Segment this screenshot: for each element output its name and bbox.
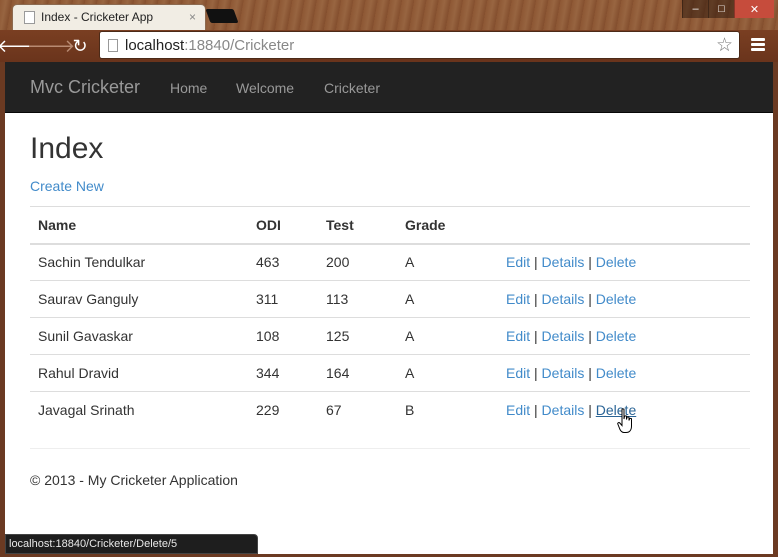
details-link[interactable]: Details <box>542 328 585 344</box>
cell-grade: A <box>397 317 498 355</box>
forward-arrow-icon[interactable]: 🡒 <box>27 34 75 58</box>
browser-chrome: Index - Cricketer App × – □ ✕ 🡐 🡒 ↻ loca… <box>0 0 778 62</box>
cell-grade: A <box>397 354 498 392</box>
footer-text: © 2013 - My Cricketer Application <box>30 472 238 488</box>
url-text[interactable]: localhost:18840/Cricketer <box>125 37 294 54</box>
bookmark-star-icon[interactable]: ☆ <box>716 34 733 57</box>
details-link[interactable]: Details <box>542 365 585 381</box>
separator: | <box>534 291 538 307</box>
details-link[interactable]: Details <box>542 402 585 418</box>
page-title: Index <box>30 132 104 165</box>
nav-link-cricketer[interactable]: Cricketer <box>324 80 380 96</box>
tab-close-icon[interactable]: × <box>189 10 196 24</box>
cell-odi: 229 <box>248 391 318 429</box>
cell-actions: Edit | Details | Delete <box>498 280 750 318</box>
separator: | <box>588 254 592 271</box>
table-row: Saurav Ganguly 311 113 A Edit | Details … <box>30 280 750 318</box>
delete-link[interactable]: Delete <box>596 365 636 381</box>
url-path: :18840/Cricketer <box>184 37 295 54</box>
create-new-link[interactable]: Create New <box>30 178 104 194</box>
minimize-icon[interactable]: – <box>682 0 708 18</box>
separator: | <box>534 365 538 381</box>
edit-link[interactable]: Edit <box>506 254 530 270</box>
details-link[interactable]: Details <box>542 254 585 270</box>
cell-name: Sunil Gavaskar <box>30 317 248 355</box>
browser-tab[interactable]: Index - Cricketer App × <box>12 4 206 30</box>
edit-link[interactable]: Edit <box>506 402 530 418</box>
cell-test: 125 <box>318 317 397 355</box>
cell-name: Javagal Srinath <box>30 391 248 429</box>
cell-test: 113 <box>318 280 397 318</box>
cell-odi: 311 <box>248 280 318 318</box>
nav-link-welcome[interactable]: Welcome <box>236 80 294 96</box>
cell-test: 67 <box>318 391 397 429</box>
edit-link[interactable]: Edit <box>506 365 530 381</box>
page-icon <box>108 39 118 52</box>
delete-link[interactable]: Delete <box>596 254 636 270</box>
maximize-icon[interactable]: □ <box>708 0 734 18</box>
table-row: Sachin Tendulkar 463 200 A Edit | Detail… <box>30 242 750 281</box>
header-test: Test <box>318 206 397 244</box>
cell-actions: Edit | Details | Delete <box>498 317 750 355</box>
cell-grade: B <box>397 391 498 429</box>
table-row: Javagal Srinath 229 67 B Edit | Details … <box>30 391 750 429</box>
details-link[interactable]: Details <box>542 291 585 307</box>
hand-cursor-icon <box>617 408 632 433</box>
cell-actions: Edit | Details | Delete <box>498 354 750 392</box>
window-close-icon[interactable]: ✕ <box>734 0 774 18</box>
address-bar[interactable]: localhost:18840/Cricketer ☆ <box>99 31 740 59</box>
edit-link[interactable]: Edit <box>506 328 530 344</box>
footer-divider <box>30 448 750 449</box>
header-odi: ODI <box>248 206 318 244</box>
header-actions <box>498 206 750 244</box>
tab-title: Index - Cricketer App <box>41 10 154 24</box>
cell-test: 200 <box>318 242 397 281</box>
separator: | <box>588 291 592 307</box>
cell-grade: A <box>397 242 498 281</box>
cell-name: Rahul Dravid <box>30 354 248 392</box>
separator: | <box>534 254 538 271</box>
nav-link-home[interactable]: Home <box>170 80 207 96</box>
navbar-brand[interactable]: Mvc Cricketer <box>30 77 140 98</box>
url-host: localhost <box>125 37 185 54</box>
separator: | <box>534 328 538 344</box>
cell-name: Saurav Ganguly <box>30 280 248 318</box>
table-row: Rahul Dravid 344 164 A Edit | Details | … <box>30 354 750 392</box>
delete-link[interactable]: Delete <box>596 291 636 307</box>
browser-toolbar: 🡐 🡒 ↻ localhost:18840/Cricketer ☆ <box>0 30 778 62</box>
edit-link[interactable]: Edit <box>506 291 530 307</box>
cell-grade: A <box>397 280 498 318</box>
cell-actions: Edit | Details | Delete <box>498 242 750 281</box>
cell-odi: 344 <box>248 354 318 392</box>
chrome-menu-icon[interactable] <box>748 36 768 56</box>
window-controls: – □ ✕ <box>682 0 774 18</box>
page-icon <box>24 11 35 24</box>
table-header-row: Name ODI Test Grade <box>30 206 750 244</box>
reload-icon[interactable]: ↻ <box>68 34 92 58</box>
navbar: Mvc Cricketer Home Welcome Cricketer <box>5 62 773 113</box>
table-row: Sunil Gavaskar 108 125 A Edit | Details … <box>30 317 750 355</box>
separator: | <box>588 328 592 344</box>
page-viewport: Mvc Cricketer Home Welcome Cricketer Ind… <box>5 62 773 554</box>
delete-link[interactable]: Delete <box>596 328 636 344</box>
cell-test: 164 <box>318 354 397 392</box>
new-tab-button[interactable] <box>205 9 239 23</box>
header-name: Name <box>30 206 248 244</box>
separator: | <box>588 402 592 419</box>
cell-odi: 108 <box>248 317 318 355</box>
separator: | <box>588 365 592 381</box>
cell-name: Sachin Tendulkar <box>30 242 248 281</box>
separator: | <box>534 402 538 419</box>
status-bar: localhost:18840/Cricketer/Delete/5 <box>5 534 258 554</box>
header-grade: Grade <box>397 206 498 244</box>
cricketer-table: Name ODI Test Grade Sachin Tendulkar 463… <box>30 206 750 429</box>
cell-odi: 463 <box>248 242 318 281</box>
